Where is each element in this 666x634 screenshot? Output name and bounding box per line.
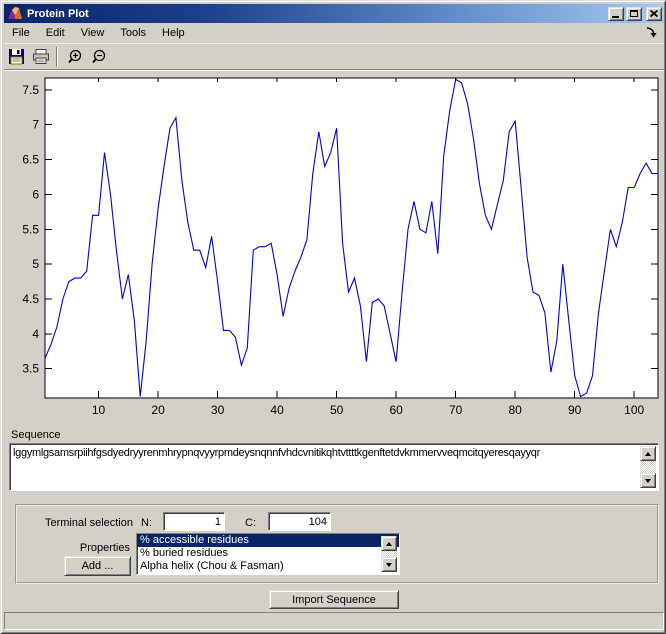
svg-text:80: 80 (508, 403, 522, 417)
n-terminal-label: N: (141, 517, 152, 529)
svg-text:70: 70 (449, 403, 463, 417)
svg-text:6: 6 (32, 187, 39, 201)
svg-text:40: 40 (270, 403, 284, 417)
scroll-up-button[interactable] (381, 536, 397, 551)
zoom-out-icon (90, 48, 108, 66)
menu-bar: File Edit View Tools Help (4, 23, 664, 43)
svg-text:10: 10 (92, 403, 106, 417)
svg-text:50: 50 (330, 403, 344, 417)
protein-plot-chart: 10 20 30 40 50 60 70 80 90 100 3.5 4 4.5 5 5.5 6 6.5 7 7.5 (1, 71, 666, 426)
dock-arrow-icon[interactable] (645, 26, 658, 39)
properties-listbox[interactable]: % accessible residues % buried residues … (136, 533, 400, 575)
terminal-selection-label: Terminal selection (41, 517, 133, 529)
svg-text:6.5: 6.5 (22, 153, 39, 167)
properties-label: Properties (59, 542, 130, 554)
svg-text:20: 20 (151, 403, 165, 417)
sequence-text[interactable]: lggymlgsamsrpiihfgsdyedryyrenmhrypnqvyyr… (13, 447, 638, 459)
sequence-label: Sequence (11, 429, 61, 441)
menu-item-help[interactable]: Help (154, 24, 193, 42)
menu-item-view[interactable]: View (73, 24, 113, 42)
arrow-down-icon (386, 563, 392, 567)
c-terminal-label: C: (245, 517, 256, 529)
arrow-up-icon (386, 542, 392, 546)
status-bar (4, 612, 664, 630)
minimize-icon (612, 16, 619, 18)
toolbar-separator (56, 47, 58, 67)
menu-item-edit[interactable]: Edit (38, 24, 73, 42)
svg-text:3.5: 3.5 (22, 362, 39, 376)
svg-text:100: 100 (624, 403, 644, 417)
protein-plot-window: Protein Plot File Edit View Tools Help (0, 0, 666, 634)
import-sequence-button[interactable]: Import Sequence (269, 590, 399, 609)
print-button[interactable] (29, 46, 52, 68)
add-button[interactable]: Add ... (64, 556, 131, 576)
menu-item-file[interactable]: File (4, 24, 38, 42)
scroll-down-button[interactable] (381, 557, 397, 572)
svg-text:4.5: 4.5 (22, 292, 39, 306)
close-icon (650, 10, 658, 17)
scroll-down-button[interactable] (640, 473, 656, 488)
save-icon (8, 48, 25, 65)
zoom-out-button[interactable] (87, 46, 110, 68)
save-button[interactable] (5, 46, 28, 68)
listbox-item-alpha-helix[interactable]: Alpha helix (Chou & Fasman) (137, 560, 399, 573)
svg-text:4: 4 (32, 327, 39, 341)
svg-text:7: 7 (32, 118, 39, 132)
svg-text:5: 5 (32, 257, 39, 271)
options-panel: Terminal selection N: C: Properties % ac… (15, 504, 659, 584)
window-title: Protein Plot (27, 8, 608, 20)
c-terminal-input[interactable] (268, 512, 331, 531)
zoom-in-icon (66, 48, 84, 66)
zoom-in-button[interactable] (63, 46, 86, 68)
properties-scrollbar[interactable] (381, 536, 397, 572)
arrow-up-icon (645, 452, 651, 456)
svg-text:7.5: 7.5 (22, 83, 39, 97)
toolbar (4, 43, 664, 69)
title-bar[interactable]: Protein Plot (4, 4, 664, 23)
svg-text:30: 30 (211, 403, 225, 417)
listbox-item-accessible-residues[interactable]: % accessible residues (137, 534, 399, 547)
matlab-icon (7, 6, 23, 21)
svg-text:5.5: 5.5 (22, 222, 39, 236)
scroll-up-button[interactable] (640, 446, 656, 461)
menu-item-tools[interactable]: Tools (112, 24, 154, 42)
maximize-icon (630, 10, 638, 17)
listbox-item-buried-residues[interactable]: % buried residues (137, 547, 399, 560)
arrow-down-icon (645, 479, 651, 483)
close-button[interactable] (646, 7, 662, 21)
sequence-box[interactable]: lggymlgsamsrpiihfgsdyedryyrenmhrypnqvyyr… (9, 443, 659, 491)
svg-text:90: 90 (568, 403, 582, 417)
n-terminal-input[interactable] (163, 512, 225, 531)
sequence-scrollbar[interactable] (640, 446, 656, 488)
maximize-button[interactable] (626, 7, 642, 21)
print-icon (32, 48, 50, 65)
svg-text:60: 60 (389, 403, 403, 417)
minimize-button[interactable] (608, 7, 624, 21)
